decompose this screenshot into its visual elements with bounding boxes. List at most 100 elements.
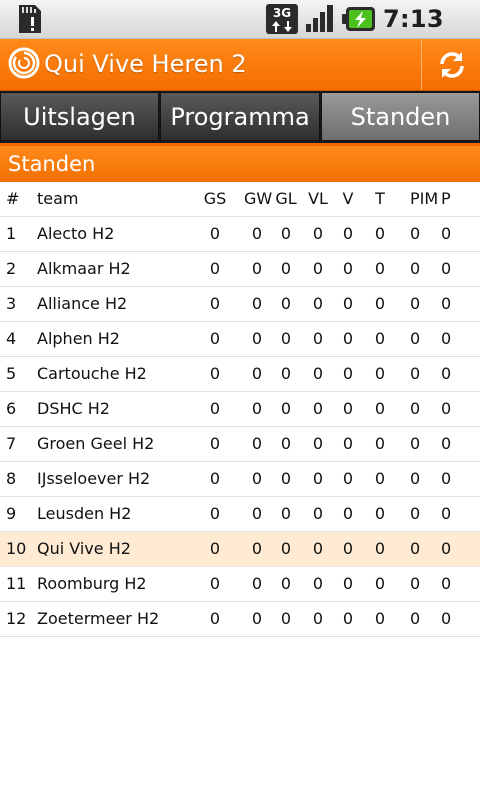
- team-cell: Alkmaar H2: [37, 259, 131, 278]
- vl-cell: 0: [312, 259, 324, 278]
- status-bar: 3G 7:13 PM: [0, 0, 480, 63]
- column-header-t: T: [375, 189, 385, 208]
- refresh-icon: [440, 52, 464, 78]
- table-row[interactable]: 5 Cartouche H2 0 0 0 0 0 0 0 0: [0, 357, 480, 392]
- p-cell: 0: [441, 574, 452, 593]
- t-cell: 0: [374, 609, 386, 628]
- tab-bar: Uitslagen Programma Standen: [0, 91, 480, 143]
- gl-cell: 0: [280, 609, 292, 628]
- gs-cell: 0: [209, 574, 221, 593]
- gl-cell: 0: [280, 224, 292, 243]
- tab-programma[interactable]: Programma: [160, 92, 320, 141]
- vl-cell: 0: [312, 399, 324, 418]
- standings-table: # team GS GW GL VL V T PIM P 1 Alecto H2 0…: [0, 182, 480, 637]
- rank-cell: 4: [6, 329, 17, 348]
- pim-cell: 0: [410, 469, 421, 488]
- gs-cell: 0: [209, 504, 221, 523]
- vl-cell: 0: [312, 329, 324, 348]
- team-cell: IJsseloever H2: [37, 469, 151, 488]
- p-cell: 0: [441, 294, 452, 313]
- refresh-button[interactable]: [421, 39, 480, 90]
- rank-cell: 7: [6, 434, 17, 453]
- pim-cell: 0: [410, 539, 421, 558]
- vl-cell: 0: [312, 294, 324, 313]
- team-cell: Alphen H2: [37, 329, 120, 348]
- signal-strength-icon: [306, 5, 333, 32]
- gl-cell: 0: [280, 259, 292, 278]
- table-body: 1 Alecto H2 0 0 0 0 0 0 0 0 2 Alkmaar H2 0 0 0 0 0 0 0 0 3 Al…: [0, 217, 480, 637]
- column-header-team: team: [37, 189, 79, 208]
- rank-cell: 11: [6, 574, 27, 593]
- table-row[interactable]: 2 Alkmaar H2 0 0 0 0 0 0 0 0: [0, 252, 480, 287]
- vl-cell: 0: [312, 434, 324, 453]
- 3g-network-icon: 3G: [266, 4, 298, 34]
- gs-cell: 0: [209, 434, 221, 453]
- p-cell: 0: [441, 504, 452, 523]
- table-row[interactable]: 1 Alecto H2 0 0 0 0 0 0 0 0: [0, 217, 480, 252]
- table-row[interactable]: 9 Leusden H2 0 0 0 0 0 0 0 0: [0, 497, 480, 532]
- rank-cell: 5: [6, 364, 17, 383]
- gs-cell: 0: [209, 259, 221, 278]
- v-cell: 0: [342, 329, 354, 348]
- p-cell: 0: [441, 539, 452, 558]
- column-header-pim: PIM: [410, 189, 439, 208]
- t-cell: 0: [374, 504, 386, 523]
- table-row[interactable]: 10 Qui Vive H2 0 0 0 0 0 0 0 0: [0, 532, 480, 567]
- pim-cell: 0: [410, 609, 421, 628]
- t-cell: 0: [374, 224, 386, 243]
- team-cell: Qui Vive H2: [37, 539, 131, 558]
- v-cell: 0: [342, 399, 354, 418]
- vl-cell: 0: [312, 574, 324, 593]
- team-cell: Groen Geel H2: [37, 434, 155, 453]
- table-row[interactable]: 7 Groen Geel H2 0 0 0 0 0 0 0 0: [0, 427, 480, 462]
- t-cell: 0: [374, 539, 386, 558]
- rank-cell: 9: [6, 504, 17, 523]
- column-header-p: P: [441, 189, 451, 208]
- p-cell: 0: [441, 224, 452, 243]
- t-cell: 0: [374, 364, 386, 383]
- rank-cell: 3: [6, 294, 17, 313]
- t-cell: 0: [374, 469, 386, 488]
- p-cell: 0: [441, 434, 452, 453]
- team-cell: DSHC H2: [37, 399, 110, 418]
- gl-cell: 0: [280, 469, 292, 488]
- table-row[interactable]: 12 Zoetermeer H2 0 0 0 0 0 0 0 0: [0, 602, 480, 637]
- sd-card-icon: [19, 5, 41, 33]
- gw-cell: 0: [251, 434, 263, 453]
- gl-cell: 0: [280, 539, 292, 558]
- table-row[interactable]: 8 IJsseloever H2 0 0 0 0 0 0 0 0: [0, 462, 480, 497]
- p-cell: 0: [441, 364, 452, 383]
- gs-cell: 0: [209, 609, 221, 628]
- tab-standen[interactable]: Standen: [321, 92, 480, 141]
- team-cell: Zoetermeer H2: [37, 609, 160, 628]
- gs-cell: 0: [209, 364, 221, 383]
- gs-cell: 0: [209, 399, 221, 418]
- column-header-rank: #: [6, 189, 20, 208]
- table-header: # team GS GW GL VL V T PIM P: [0, 182, 480, 217]
- gw-cell: 0: [251, 399, 263, 418]
- t-cell: 0: [374, 329, 386, 348]
- vl-cell: 0: [312, 609, 324, 628]
- rank-cell: 12: [6, 609, 27, 628]
- gw-cell: 0: [251, 329, 263, 348]
- tab-uitslagen[interactable]: Uitslagen: [0, 92, 159, 141]
- title-bar: Qui Vive Heren 2: [0, 39, 480, 91]
- table-row[interactable]: 11 Roomburg H2 0 0 0 0 0 0 0 0: [0, 567, 480, 602]
- t-cell: 0: [374, 574, 386, 593]
- gw-cell: 0: [251, 294, 263, 313]
- gw-cell: 0: [251, 609, 263, 628]
- gs-cell: 0: [209, 294, 221, 313]
- table-row[interactable]: 3 Alliance H2 0 0 0 0 0 0 0 0: [0, 287, 480, 322]
- gl-cell: 0: [280, 364, 292, 383]
- v-cell: 0: [342, 224, 354, 243]
- t-cell: 0: [374, 259, 386, 278]
- v-cell: 0: [342, 469, 354, 488]
- table-row[interactable]: 6 DSHC H2 0 0 0 0 0 0 0 0: [0, 392, 480, 427]
- rank-cell: 1: [6, 224, 17, 243]
- p-cell: 0: [441, 329, 452, 348]
- pim-cell: 0: [410, 574, 421, 593]
- table-row[interactable]: 4 Alphen H2 0 0 0 0 0 0 0 0: [0, 322, 480, 357]
- gl-cell: 0: [280, 574, 292, 593]
- network-type-label: 3G: [273, 6, 291, 20]
- v-cell: 0: [342, 609, 354, 628]
